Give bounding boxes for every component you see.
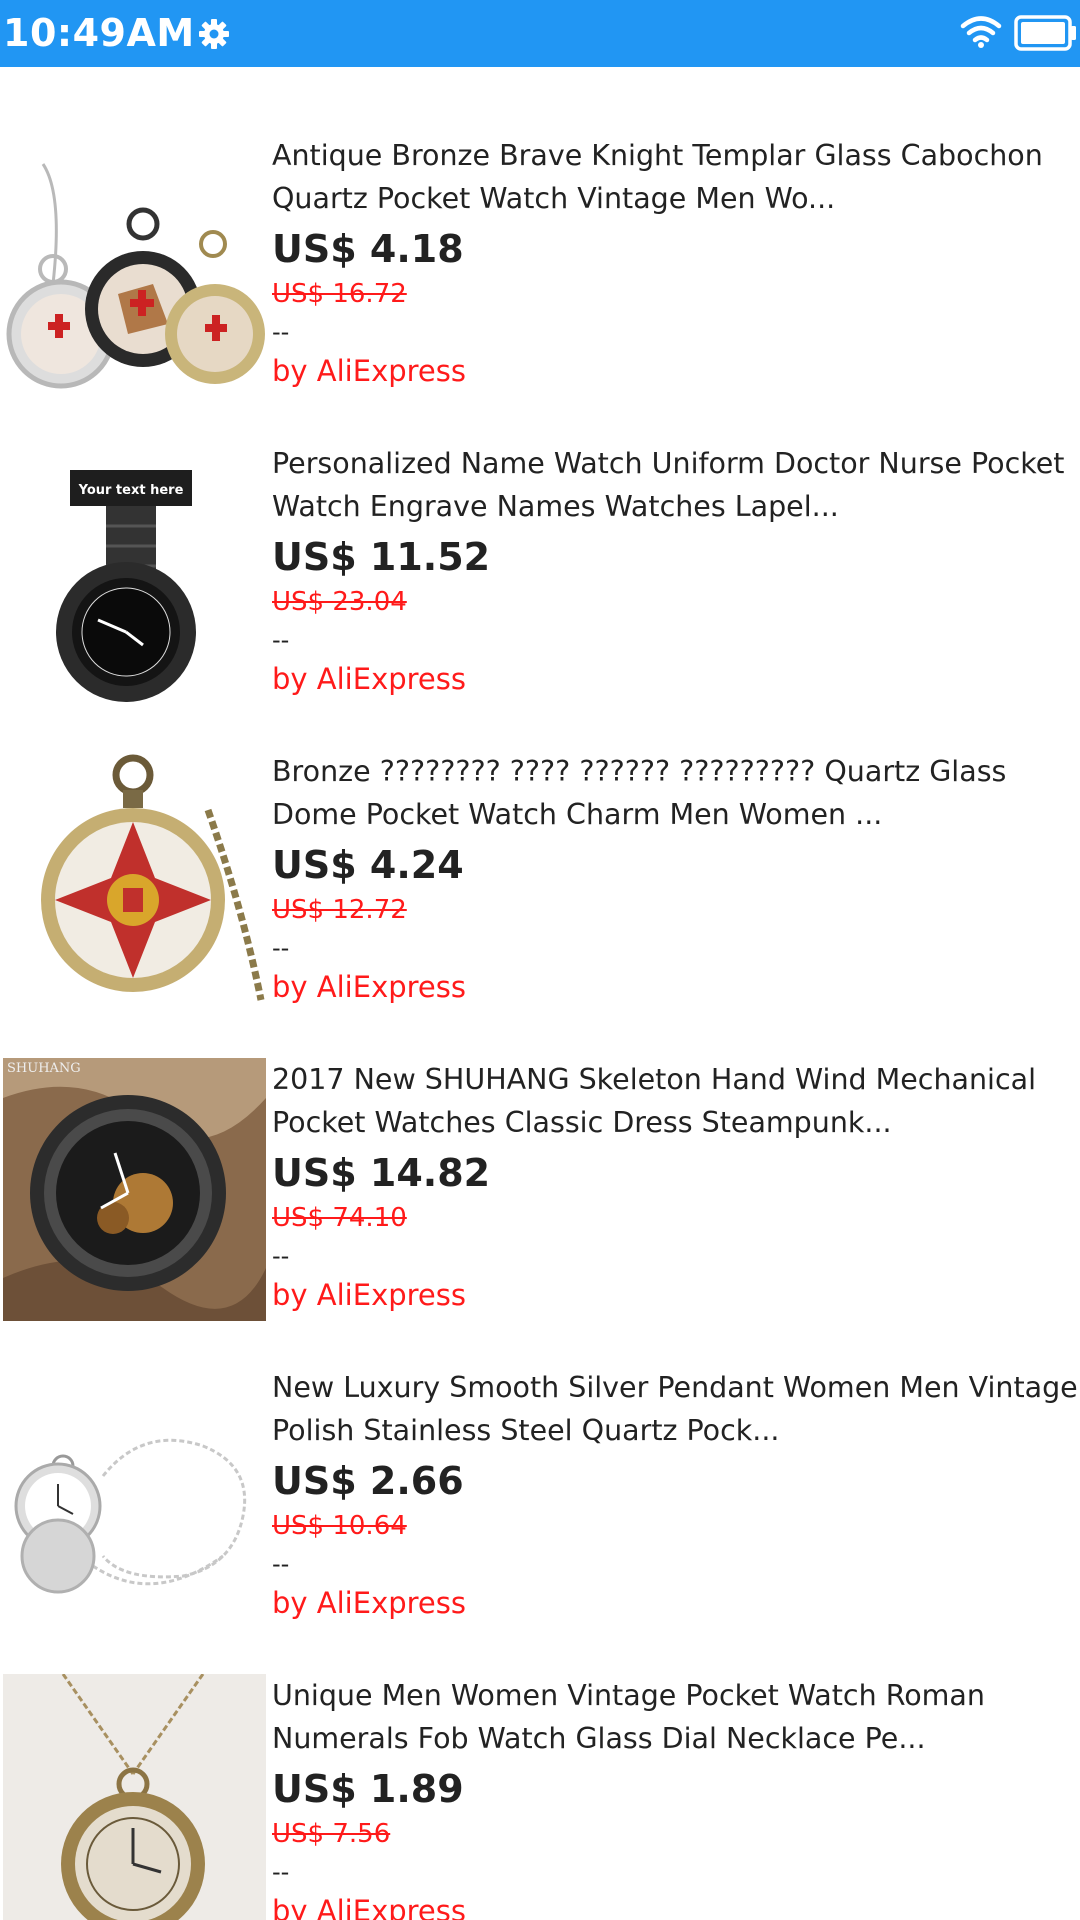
- product-title[interactable]: 2017 New SHUHANG Skeleton Hand Wind Mech…: [272, 1058, 1080, 1144]
- product-rating: --: [272, 934, 290, 962]
- product-price: US$ 2.66: [272, 1459, 464, 1503]
- product-card[interactable]: Bronze ???????? ???? ?????? ????????? Qu…: [0, 750, 1080, 1058]
- status-bar: 10:49AM: [0, 0, 1080, 67]
- product-seller[interactable]: by AliExpress: [272, 351, 1080, 391]
- product-title[interactable]: New Luxury Smooth Silver Pendant Women M…: [272, 1366, 1080, 1452]
- product-card[interactable]: SHUHANG 2017 New SHUHANG Skeleton Hand W…: [0, 1058, 1080, 1366]
- product-image[interactable]: [3, 1674, 266, 1920]
- product-rating: --: [272, 1550, 290, 1578]
- product-original-price: US$ 74.10: [272, 1203, 407, 1233]
- product-card[interactable]: New Luxury Smooth Silver Pendant Women M…: [0, 1366, 1080, 1674]
- product-seller[interactable]: by AliExpress: [272, 1583, 1080, 1623]
- product-title[interactable]: Bronze ???????? ???? ?????? ????????? Qu…: [272, 750, 1080, 836]
- product-original-price: US$ 10.64: [272, 1511, 407, 1541]
- product-title[interactable]: Unique Men Women Vintage Pocket Watch Ro…: [272, 1674, 1080, 1760]
- product-image[interactable]: Your text here: [3, 442, 266, 705]
- product-image[interactable]: [3, 134, 266, 397]
- product-original-price: US$ 23.04: [272, 587, 407, 617]
- wifi-icon: [960, 16, 1002, 48]
- product-seller[interactable]: by AliExpress: [272, 659, 1080, 699]
- battery-icon: [1014, 15, 1076, 51]
- product-card[interactable]: Unique Men Women Vintage Pocket Watch Ro…: [0, 1674, 1080, 1920]
- product-image[interactable]: SHUHANG: [3, 1058, 266, 1321]
- product-original-price: US$ 12.72: [272, 895, 407, 925]
- product-original-price: US$ 16.72: [272, 279, 407, 309]
- product-seller[interactable]: by AliExpress: [272, 967, 1080, 1007]
- image-caption: Your text here: [78, 483, 184, 498]
- product-title[interactable]: Antique Bronze Brave Knight Templar Glas…: [272, 134, 1080, 220]
- product-price: US$ 1.89: [272, 1767, 464, 1811]
- product-list: Antique Bronze Brave Knight Templar Glas…: [0, 67, 1080, 1920]
- product-price: US$ 14.82: [272, 1151, 491, 1195]
- product-seller[interactable]: by AliExpress: [272, 1275, 1080, 1315]
- product-price: US$ 4.18: [272, 227, 464, 271]
- product-image[interactable]: [3, 750, 266, 1013]
- image-caption: SHUHANG: [7, 1061, 81, 1076]
- product-card[interactable]: Your text here Personalized Name Watch U…: [0, 442, 1080, 750]
- product-card[interactable]: Antique Bronze Brave Knight Templar Glas…: [0, 134, 1080, 442]
- product-rating: --: [272, 626, 290, 654]
- product-rating: --: [272, 1242, 290, 1270]
- status-time: 10:49AM: [3, 11, 195, 55]
- product-price: US$ 4.24: [272, 843, 464, 887]
- product-original-price: US$ 7.56: [272, 1819, 391, 1849]
- product-rating: --: [272, 318, 290, 346]
- product-title[interactable]: Personalized Name Watch Uniform Doctor N…: [272, 442, 1080, 528]
- product-seller[interactable]: by AliExpress: [272, 1891, 1080, 1920]
- product-price: US$ 11.52: [272, 535, 491, 579]
- product-image[interactable]: [3, 1366, 266, 1629]
- gear-icon: [199, 19, 229, 49]
- product-rating: --: [272, 1858, 290, 1886]
